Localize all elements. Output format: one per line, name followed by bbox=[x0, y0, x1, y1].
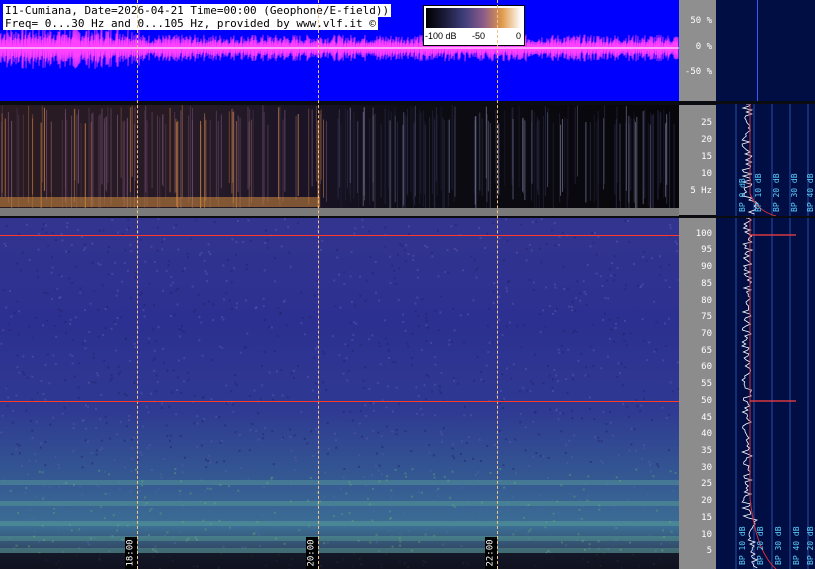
freq-tick: 90 bbox=[701, 262, 712, 273]
freq-tick: 70 bbox=[701, 329, 712, 339]
profile-label: BP 10 dB bbox=[754, 173, 763, 212]
wave-tick-0: 0 % bbox=[695, 42, 712, 52]
freq-tick: 5 bbox=[706, 546, 712, 557]
header-line-2: Freq= 0...30 Hz and 0...105 Hz, provided… bbox=[3, 17, 378, 30]
profile-low-freq-canvas bbox=[735, 104, 809, 216]
freq-tick: 85 bbox=[701, 278, 712, 289]
freq-tick: 75 bbox=[701, 312, 712, 323]
time-marker-line bbox=[137, 0, 138, 569]
freq-tick: 15 bbox=[701, 152, 712, 162]
profile-high-freq-canvas bbox=[735, 218, 809, 569]
colorbar-mid-label: -50 bbox=[472, 31, 486, 41]
line-100hz bbox=[0, 235, 679, 236]
freq-axis-high: 100 95 90 85 80 75 70 65 60 55 50 45 40 35 30 25 20 15 10 5 bbox=[679, 218, 716, 569]
time-label: 20:00 bbox=[306, 537, 318, 569]
time-label: 18:00 bbox=[125, 537, 137, 569]
profile-label: BP 20 dB bbox=[772, 173, 781, 212]
profile-label: BP 10 dB bbox=[738, 526, 747, 565]
freq-tick: 40 bbox=[701, 429, 712, 440]
profile-label: BP 20 dB bbox=[756, 526, 765, 565]
time-label: 22:00 bbox=[485, 537, 497, 569]
colorbar-min-label: -100 dB bbox=[425, 31, 457, 41]
profile-label: BP 30 dB bbox=[790, 173, 799, 212]
freq-tick: 65 bbox=[701, 345, 712, 356]
colorbar-gradient bbox=[426, 8, 521, 28]
freq-axis-low: 25 20 15 10 5 Hz bbox=[679, 105, 716, 215]
spectrogram-high-freq-canvas bbox=[0, 218, 679, 569]
freq-tick: 80 bbox=[701, 295, 712, 306]
freq-tick: 50 bbox=[701, 395, 712, 406]
freq-tick: 25 bbox=[701, 479, 712, 490]
freq-tick: 60 bbox=[701, 362, 712, 373]
freq-tick: 35 bbox=[701, 446, 712, 456]
profile-label: BP 40 dB bbox=[792, 526, 801, 565]
wave-tick-minus50: -50 % bbox=[684, 67, 712, 77]
profile-label: BP 20 dB bbox=[806, 526, 815, 565]
freq-tick: 10 bbox=[701, 169, 712, 179]
time-marker-line bbox=[497, 0, 498, 569]
wave-tick-50: 50 % bbox=[690, 16, 712, 26]
freq-tick: 25 bbox=[701, 118, 712, 128]
line-50hz bbox=[0, 401, 679, 402]
spectrogram-low-freq bbox=[0, 105, 679, 208]
profile-label: BP 40 dB bbox=[806, 173, 815, 212]
waveform-axis: 50 % 0 % -50 % bbox=[679, 0, 716, 101]
freq-tick: 10 bbox=[701, 529, 712, 540]
separator-bar bbox=[0, 208, 679, 216]
freq-tick: 100 bbox=[695, 228, 712, 239]
colorbar-max-label: 0 bbox=[516, 31, 522, 41]
profile-label: BP 0 dB bbox=[738, 178, 747, 212]
freq-tick: 15 bbox=[701, 512, 712, 523]
freq-tick: 5 Hz bbox=[690, 186, 712, 196]
spectrogram-low-freq-canvas bbox=[0, 105, 675, 208]
spectrogram-high-freq bbox=[0, 218, 679, 569]
freq-tick: 20 bbox=[701, 135, 712, 145]
waveform-side-panel bbox=[716, 0, 815, 101]
header-line-1: I1-Cumiana, Date=2026-04-21 Time=00:00 (… bbox=[3, 4, 392, 17]
colorbar-legend: -100 dB -50 0 bbox=[423, 5, 525, 46]
freq-tick: 30 bbox=[701, 462, 712, 473]
profile-high-freq: BP 10 dB BP 20 dB BP 30 dB BP 40 dB BP 2… bbox=[716, 218, 815, 569]
freq-tick: 55 bbox=[701, 379, 712, 390]
freq-tick: 95 bbox=[701, 245, 712, 256]
freq-tick: 45 bbox=[701, 412, 712, 423]
profile-label: BP 30 dB bbox=[774, 526, 783, 565]
profile-low-freq: BP 0 dB BP 10 dB BP 20 dB BP 30 dB BP 40… bbox=[716, 104, 815, 216]
time-marker-line bbox=[318, 0, 319, 569]
freq-tick: 20 bbox=[701, 496, 712, 507]
